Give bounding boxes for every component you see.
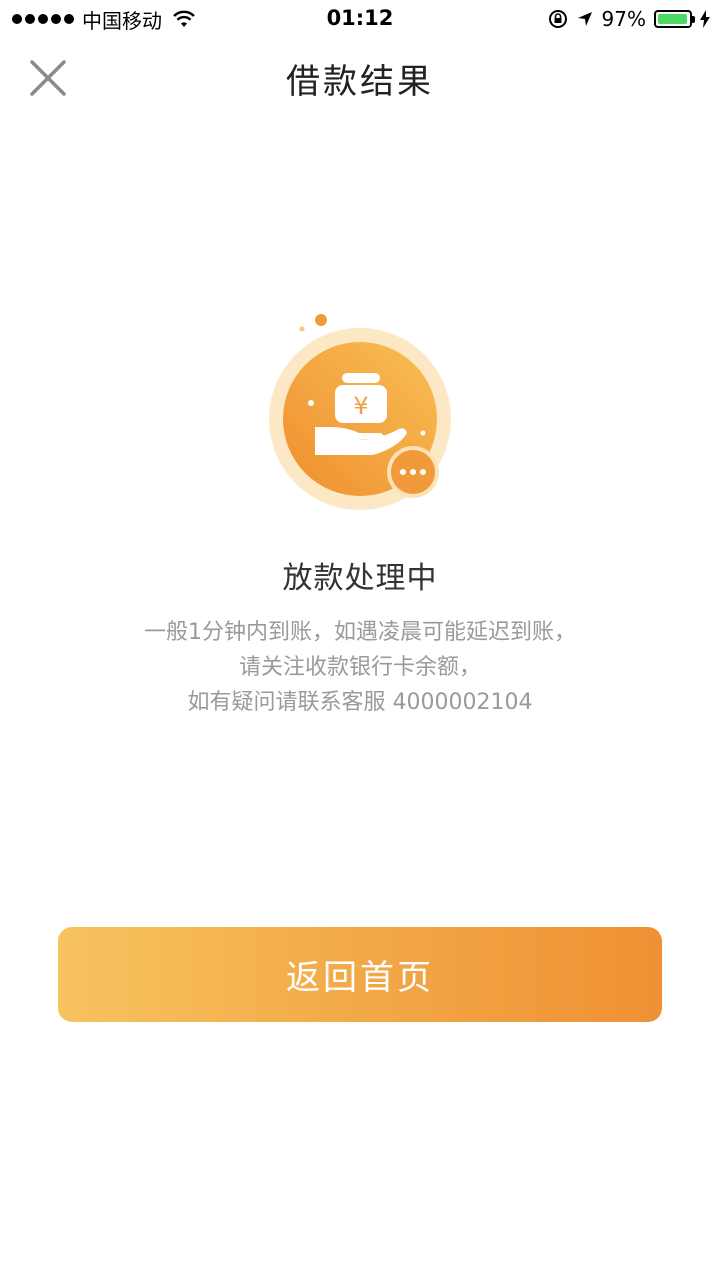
page-title: 借款结果 <box>286 62 434 102</box>
charging-bolt-icon <box>700 10 710 28</box>
return-home-button[interactable]: 返回首页 <box>58 927 662 1022</box>
status-description-line: 一般1分钟内到账，如遇凌晨可能延迟到账， <box>144 620 576 645</box>
rotation-lock-icon <box>548 10 567 28</box>
battery-level <box>658 14 688 24</box>
hand-money-pending-icon: ¥ <box>255 305 465 520</box>
status-title: 放款处理中 <box>282 561 438 596</box>
status-description-line: 请关注收款银行卡余额， <box>238 655 481 680</box>
status-description-line: 如有疑问请联系客服 4000002104 <box>187 690 533 715</box>
currency-symbol: ¥ <box>353 392 368 420</box>
battery-icon <box>654 10 695 28</box>
status-right: 97% <box>548 6 710 32</box>
location-arrow-icon <box>577 12 592 26</box>
navigation-bar: 借款结果 <box>0 40 720 116</box>
status-bar: 中国移动 01:12 97% <box>0 0 720 40</box>
battery-percent: 97% <box>601 7 646 31</box>
